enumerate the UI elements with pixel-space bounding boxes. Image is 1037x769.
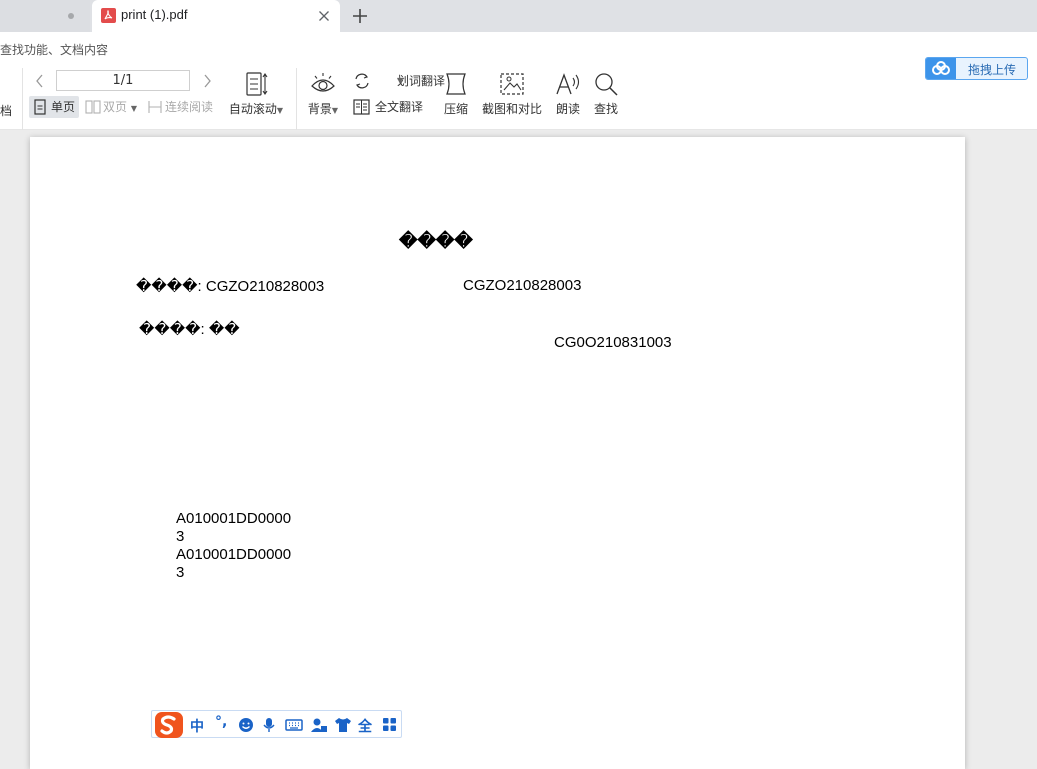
cloud-icon	[926, 58, 956, 79]
screenshot-compare-label: 截图和对比	[481, 102, 542, 116]
sogou-logo-icon[interactable]	[153, 711, 185, 739]
double-page-button[interactable]: 双页 ▼	[81, 96, 139, 118]
fullwidth-toggle[interactable]: 全	[358, 716, 372, 736]
keyboard-icon[interactable]	[285, 717, 303, 733]
tab-dot-icon	[68, 13, 74, 19]
compress-icon	[446, 73, 466, 95]
order-number-value: CGZO210828003	[463, 277, 582, 294]
order-number-field: ����: CGZO210828003	[136, 278, 325, 295]
full-translate-label: 全文翻译	[375, 100, 424, 114]
read-aloud-button[interactable]: 朗读	[552, 70, 584, 117]
drag-upload-button[interactable]: 拖拽上传	[925, 57, 1028, 80]
read-aloud-icon	[556, 73, 580, 95]
search-icon	[595, 73, 618, 96]
tab-active[interactable]: print (1).pdf	[92, 0, 340, 32]
document-title: ����	[399, 231, 473, 251]
single-page-label: 单页	[51, 100, 76, 114]
full-translate-button[interactable]: 全文翻译	[353, 98, 433, 116]
tab-bar: print (1).pdf	[0, 0, 1037, 32]
chevron-right-icon[interactable]	[200, 73, 214, 89]
pdf-page[interactable]: ���� ����: CGZO210828003 CGZO210828003 �…	[30, 137, 965, 769]
document-tab-label[interactable]: 档	[0, 102, 12, 119]
background-label: 背景▼	[307, 102, 339, 116]
user-skin-icon[interactable]	[310, 717, 328, 733]
search-hint[interactable]: 查找功能、文档内容	[0, 41, 108, 58]
full-translate-icon	[353, 99, 370, 115]
tab-title: print (1).pdf	[121, 7, 188, 22]
new-tab-plus-icon[interactable]	[350, 6, 370, 26]
compress-label: 压缩	[443, 102, 468, 116]
item-code: A010001DD0000	[176, 510, 292, 527]
toolbox-grid-icon[interactable]	[382, 717, 397, 732]
punctuation-toggle[interactable]: °,	[215, 714, 227, 730]
pdf-file-icon	[101, 8, 116, 23]
item-code-suffix: 3	[176, 564, 185, 581]
reader-toolbar: 查找功能、文档内容 拖拽上传 档 1/1 单页 双页 ▼ 连续阅读 自动滚动▼ …	[0, 32, 1037, 142]
find-button[interactable]: 查找	[591, 70, 621, 117]
page-number-input[interactable]: 1/1	[56, 70, 190, 91]
microphone-icon[interactable]	[262, 717, 276, 733]
double-page-icon	[85, 100, 101, 114]
item-code-suffix: 3	[176, 528, 185, 545]
chevron-left-icon[interactable]	[33, 73, 47, 89]
continuous-read-icon	[148, 101, 162, 113]
auto-scroll-label: 自动滚动▼	[228, 102, 284, 116]
ime-toolbar[interactable]: 中 °, 全	[151, 710, 402, 738]
screenshot-icon	[500, 73, 524, 95]
shirt-icon[interactable]	[334, 717, 352, 733]
single-page-button[interactable]: 单页	[29, 96, 79, 118]
status-field: ����: ��	[139, 321, 240, 338]
compress-button[interactable]: 压缩	[440, 70, 472, 117]
emoji-icon[interactable]	[238, 717, 254, 733]
close-icon[interactable]	[316, 8, 332, 24]
reference-number: CG0O210831003	[554, 334, 672, 351]
auto-scroll-button[interactable]: 自动滚动▼	[226, 70, 286, 117]
word-translate-button[interactable]: 划词翻译 ▼	[353, 72, 445, 90]
auto-scroll-icon	[246, 72, 268, 96]
read-aloud-label: 朗读	[555, 102, 580, 116]
continuous-read-label: 连续阅读	[165, 100, 214, 114]
find-label: 查找	[593, 102, 618, 116]
item-code: A010001DD0000	[176, 546, 292, 563]
screenshot-compare-button[interactable]: 截图和对比	[480, 70, 544, 117]
eye-icon	[311, 73, 335, 92]
single-page-icon	[34, 99, 46, 115]
upload-label: 拖拽上传	[968, 63, 1017, 77]
tab-previous[interactable]	[0, 0, 90, 32]
double-page-label: 双页 ▼	[103, 100, 137, 114]
translate-icon	[355, 73, 369, 89]
chinese-mode-toggle[interactable]: 中	[190, 716, 204, 736]
continuous-read-button[interactable]: 连续阅读	[143, 96, 219, 118]
background-button[interactable]: 背景▼	[304, 70, 342, 117]
